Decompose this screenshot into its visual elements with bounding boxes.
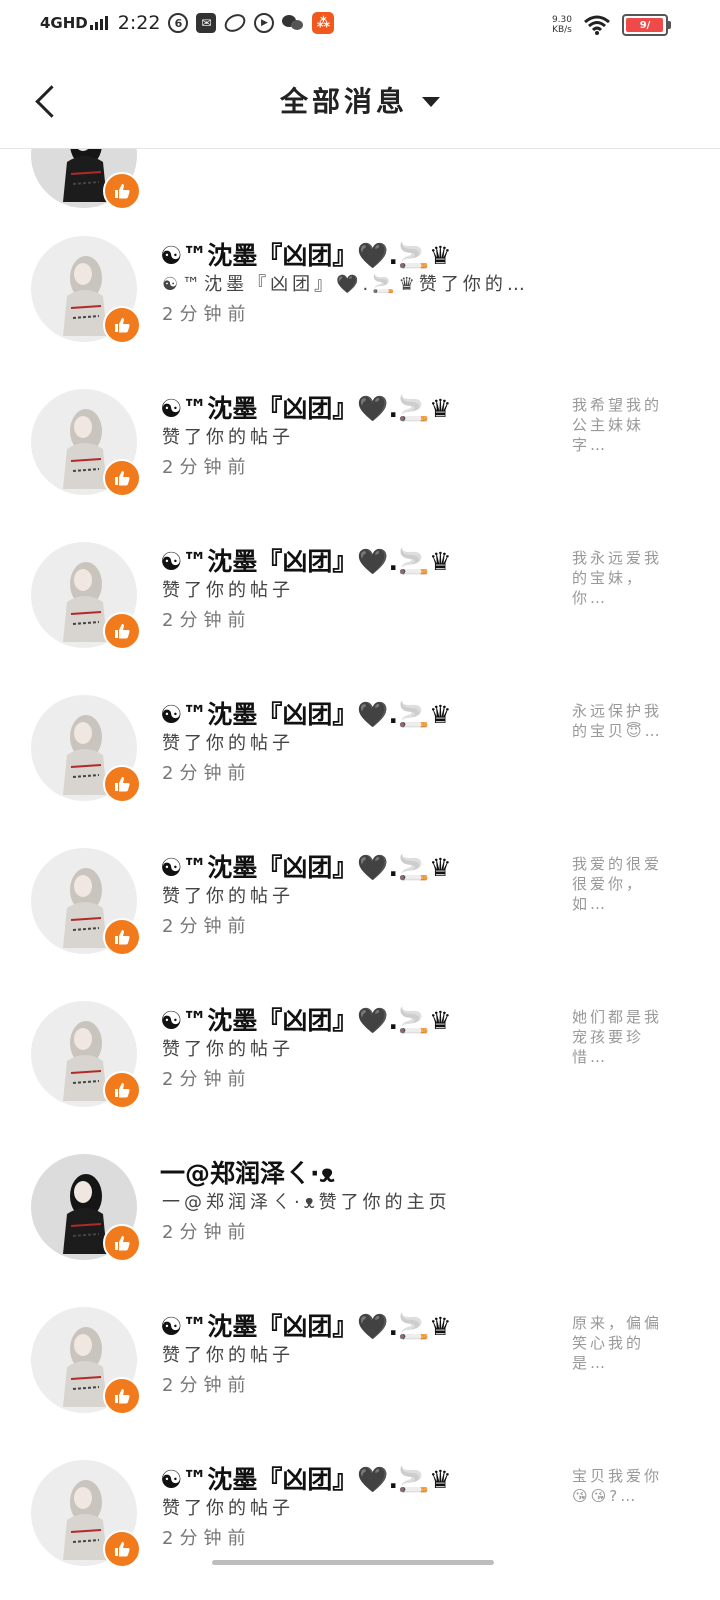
page-title: 全部消息: [279, 85, 408, 118]
thumbs-up-icon: [103, 1071, 141, 1109]
sender-name[interactable]: ☯™沈墨『凶团』🖤.🚬♛: [160, 236, 452, 272]
notification-text: 赞了你的帖子: [162, 1039, 294, 1060]
app-notification-icon: 6: [168, 13, 189, 33]
thumbs-up-icon: [103, 1224, 141, 1262]
notification-text: ☯™沈墨『凶团』🖤.🚬♛赞了你的…: [162, 274, 529, 295]
sender-name[interactable]: 一@郑润泽ㄑ·ᴥ: [160, 1154, 335, 1190]
notification-item[interactable]: ☯™沈墨『凶团』🖤.🚬♛ 赞了你的帖子 2分钟前 我永远爱我的宝妹，你…: [0, 542, 720, 695]
sender-name[interactable]: ☯™沈墨『凶团』🖤.🚬♛: [160, 1307, 452, 1343]
notification-text: 赞了你的帖子: [162, 1498, 294, 1519]
notification-text: 赞了你的帖子: [162, 427, 294, 448]
post-preview[interactable]: 她们都是我宠孩要珍惜…: [572, 1007, 668, 1067]
status-bar: 4GHD 2:22 6 ✉ ▶ ⁂ 9.30 KB/s 9/: [0, 0, 720, 56]
sender-name[interactable]: ☯™沈墨『凶团』🖤.🚬♛: [160, 389, 452, 425]
sender-name[interactable]: ☯™沈墨『凶团』🖤.🚬♛: [160, 848, 452, 884]
thumbs-up-icon: [103, 1530, 141, 1568]
notification-text: 赞了你的帖子: [162, 1345, 294, 1366]
notification-text: 一@郑润泽ㄑ·ᴥ赞了你的主页: [162, 1192, 451, 1213]
timestamp: 2分钟前: [162, 1069, 252, 1090]
network-speed: 9.30 KB/s: [551, 15, 572, 35]
message-filter-dropdown[interactable]: 全部消息: [0, 80, 720, 120]
notification-item[interactable]: ☯™沈墨『凶团』🖤.🚬♛ 赞了你的帖子 2分钟前 原来，偏偏笑心我的是…: [0, 1307, 720, 1460]
wechat-icon: [282, 12, 304, 34]
home-indicator[interactable]: [212, 1560, 494, 1565]
wifi-icon: [584, 15, 610, 35]
thumbs-up-icon: [103, 1377, 141, 1415]
post-preview[interactable]: 原来，偏偏笑心我的是…: [572, 1313, 668, 1373]
network-type: 4GHD: [40, 14, 88, 32]
mail-icon: ✉: [196, 13, 217, 33]
post-preview[interactable]: 我爱的很爱很爱你，如…: [572, 854, 668, 914]
post-preview[interactable]: 永远保护我的宝贝😇…: [572, 701, 668, 741]
caret-down-icon: [422, 97, 440, 107]
timestamp: 2分钟前: [162, 457, 252, 478]
timestamp: 2分钟前: [162, 763, 252, 784]
thumbs-up-icon: [103, 459, 141, 497]
sender-name[interactable]: ☯™沈墨『凶团』🖤.🚬♛: [160, 695, 452, 731]
notification-item[interactable]: 一@郑润泽ㄑ·ᴥ 一@郑润泽ㄑ·ᴥ赞了你的主页 2分钟前: [0, 1154, 720, 1307]
notification-item[interactable]: ☯™沈墨『凶团』🖤.🚬♛ 赞了你的帖子 2分钟前 永远保护我的宝贝😇…: [0, 695, 720, 848]
notification-text: 赞了你的帖子: [162, 886, 294, 907]
notification-item[interactable]: ☯™沈墨『凶团』🖤.🚬♛ 赞了你的帖子 2分钟前 我希望我的公主妹妹字…: [0, 389, 720, 542]
post-preview[interactable]: 宝贝我爱你😘😘?…: [572, 1466, 668, 1506]
sender-name[interactable]: ☯™沈墨『凶团』🖤.🚬♛: [160, 1460, 452, 1496]
timestamp: 2分钟前: [162, 1222, 252, 1243]
play-icon: ▶: [254, 13, 275, 33]
notification-text: 赞了你的帖子: [162, 733, 294, 754]
top-bar: 全部消息: [0, 56, 720, 149]
thumbs-up-icon: [103, 172, 141, 210]
clock: 2:22: [117, 12, 161, 34]
link-icon: [221, 10, 249, 36]
notification-item[interactable]: ☯™沈墨『凶团』🖤.🚬♛ 赞了你的帖子 2分钟前 宝贝我爱你😘😘?…: [0, 1460, 720, 1600]
timestamp: 2分钟前: [162, 916, 252, 937]
signal-icon: [89, 16, 108, 30]
notification-item[interactable]: ☯™沈墨『凶团』🖤.🚬♛ 赞了你的帖子 2分钟前 她们都是我宠孩要珍惜…: [0, 1001, 720, 1154]
sender-name[interactable]: ☯™沈墨『凶团』🖤.🚬♛: [160, 542, 452, 578]
timestamp: 2分钟前: [162, 1528, 252, 1549]
sender-name[interactable]: ☯™沈墨『凶团』🖤.🚬♛: [160, 1001, 452, 1037]
battery-icon: 9/: [622, 14, 671, 36]
thumbs-up-icon: [103, 765, 141, 803]
notification-text: 赞了你的帖子: [162, 580, 294, 601]
thumbs-up-icon: [103, 306, 141, 344]
notification-item[interactable]: ☯™沈墨『凶团』🖤.🚬♛ 赞了你的帖子 2分钟前 我爱的很爱很爱你，如…: [0, 848, 720, 1001]
post-preview[interactable]: 我永远爱我的宝妹，你…: [572, 548, 668, 608]
thumbs-up-icon: [103, 918, 141, 956]
timestamp: 2分钟前: [162, 304, 252, 325]
thumbs-up-icon: [103, 612, 141, 650]
notification-item[interactable]: ☯™沈墨『凶团』🖤.🚬♛ ☯™沈墨『凶团』🖤.🚬♛赞了你的… 2分钟前: [0, 236, 720, 389]
timestamp: 2分钟前: [162, 1375, 252, 1396]
notification-list[interactable]: 7分钟前☯™沈墨『凶团』🖤.🚬♛☯™沈墨『凶团』🖤.🚬♛赞了你的…2分钟前☯™沈…: [0, 148, 720, 1600]
app-store-icon: ⁂: [312, 12, 335, 34]
network-indicator: 4GHD: [40, 14, 108, 32]
timestamp: 2分钟前: [162, 610, 252, 631]
post-preview[interactable]: 我希望我的公主妹妹字…: [572, 395, 668, 455]
